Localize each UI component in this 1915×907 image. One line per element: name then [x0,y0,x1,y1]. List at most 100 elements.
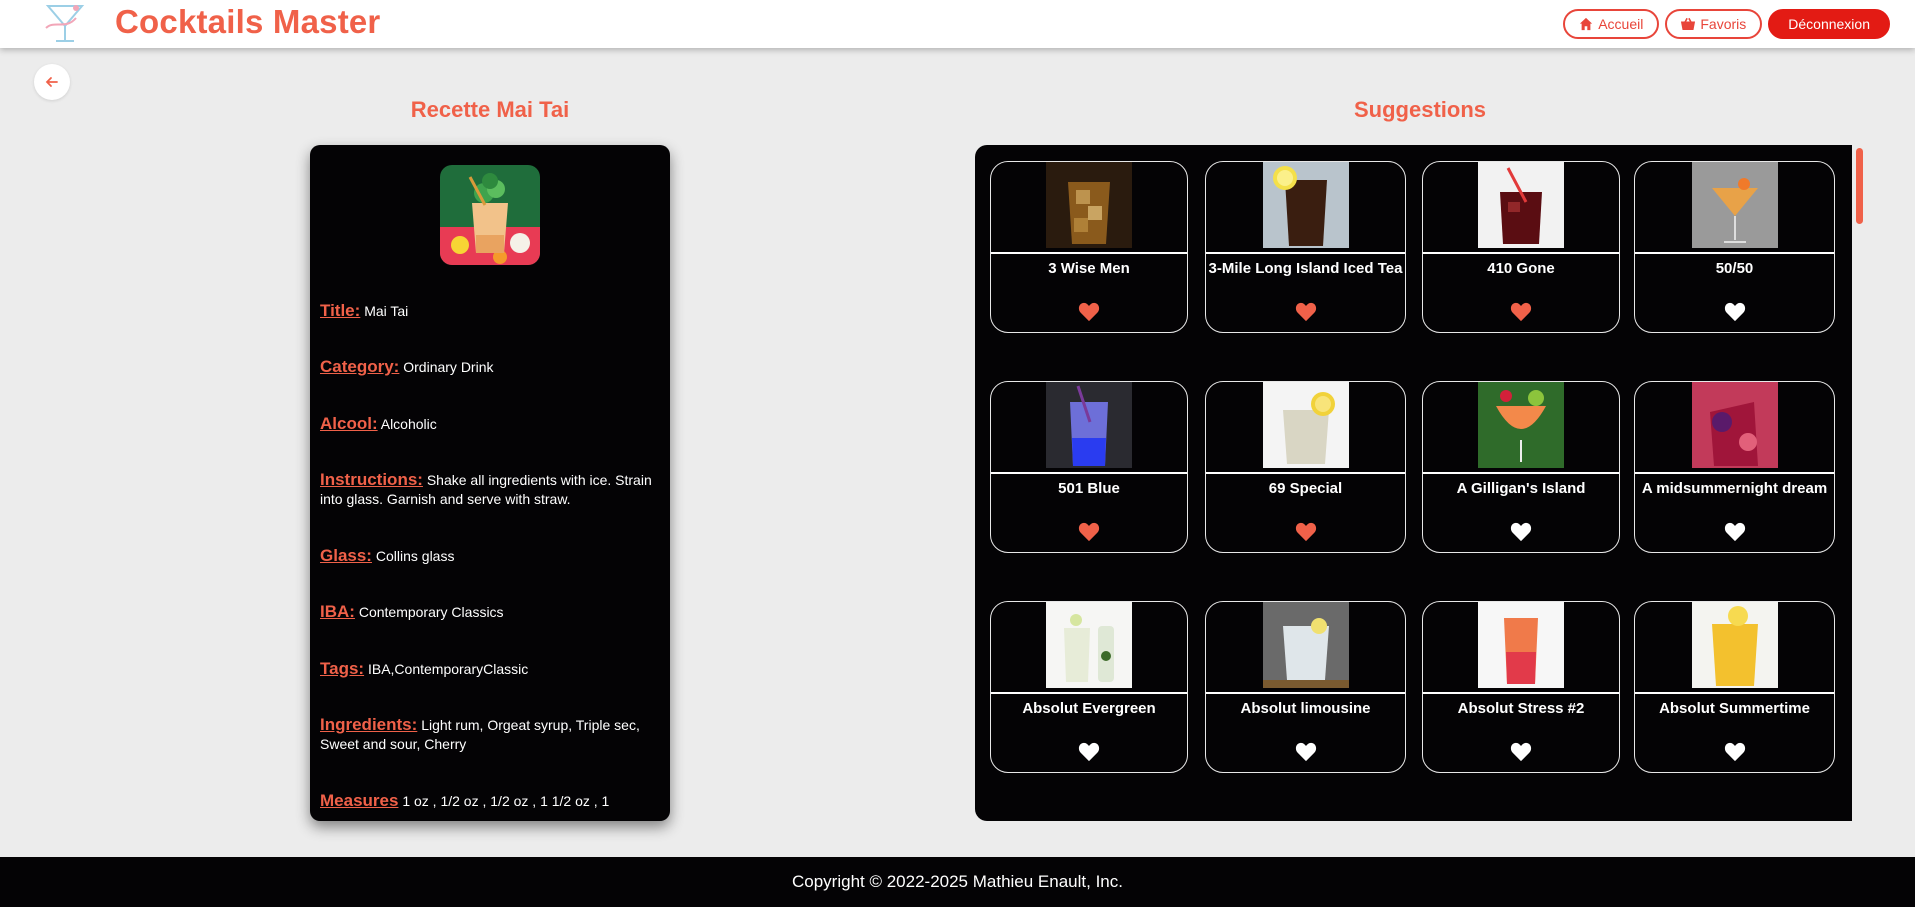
field-value: Contemporary Classics [358,604,504,620]
card-divider [1423,252,1619,254]
field-label: Category: [320,357,400,376]
drink-name: 501 Blue [1058,480,1120,497]
recipe-field-title: Title: Mai Tai [320,301,660,321]
suggestion-card[interactable]: Absolut limousine [1205,601,1406,773]
drink-name: Absolut Stress #2 [1457,700,1585,717]
suggestion-card[interactable]: 3-Mile Long Island Iced Tea [1205,161,1406,333]
suggestion-card[interactable]: A midsummernight dream [1634,381,1835,553]
suggestion-card[interactable]: 3 Wise Men [990,161,1188,333]
field-value: IBA,ContemporaryClassic [367,661,529,677]
home-label: Accueil [1598,16,1644,32]
suggestions-heading: Suggestions [1353,97,1486,122]
recipe-field-ingredients: Ingredients: Light rum, Orgeat syrup, Tr… [320,715,660,754]
heart-icon[interactable] [1078,522,1100,542]
suggestion-card[interactable]: 69 Special [1205,381,1406,553]
footer: Copyright © 2022-2025 Mathieu Enault, In… [0,857,1915,907]
card-divider [1635,692,1834,694]
drink-thumbnail [1478,382,1564,468]
recipe-field-category: Category: Ordinary Drink [320,357,660,377]
field-label: Glass: [320,546,372,565]
suggestion-card[interactable]: 501 Blue [990,381,1188,553]
drink-name: A Gilligan's Island [1456,480,1586,497]
suggestion-card[interactable]: 50/50 [1634,161,1835,333]
cocktail-glass-logo[interactable] [40,0,90,48]
card-divider [1423,692,1619,694]
top-bar: Cocktails Master Accueil Favoris Déconne… [0,0,1915,48]
field-label: Ingredients: [320,715,418,734]
heart-icon[interactable] [1078,302,1100,322]
drink-thumbnail [1478,602,1564,688]
card-divider [1635,472,1834,474]
heart-icon[interactable] [1724,302,1746,322]
heart-icon[interactable] [1078,742,1100,762]
basket-icon [1681,17,1696,31]
drink-thumbnail [1691,382,1778,468]
drink-thumbnail [1478,162,1564,248]
heart-icon[interactable] [1295,742,1317,762]
recipe-field-tags: Tags: IBA,ContemporaryClassic [320,659,660,679]
drink-name: 50/50 [1715,260,1754,277]
field-label: Measures [320,791,399,810]
heart-icon[interactable] [1724,742,1746,762]
heart-icon[interactable] [1510,742,1532,762]
mai-tai-photo [440,165,540,265]
drink-thumbnail [1262,602,1349,688]
heart-icon[interactable] [1510,302,1532,322]
suggestion-card[interactable]: A Gilligan's Island [1422,381,1620,553]
recipe-card: Title: Mai Tai Category: Ordinary Drink … [310,145,670,821]
suggestion-card[interactable]: Absolut Evergreen [990,601,1188,773]
back-button[interactable] [34,64,70,100]
card-divider [1206,252,1405,254]
drink-name: 410 Gone [1487,260,1555,277]
main-nav: Accueil Favoris Déconnexion [1563,9,1890,39]
copyright-text: Copyright © 2022-2025 Mathieu Enault, In… [791,872,1123,891]
recipe-field-measures: Measures 1 oz , 1/2 oz , 1/2 oz , 1 1/2 … [320,791,660,811]
drink-name: Absolut Summertime [1659,700,1810,717]
drink-thumbnail [1262,382,1349,468]
favorites-button[interactable]: Favoris [1665,9,1763,39]
drink-thumbnail [1046,382,1132,468]
field-value: Mai Tai [364,303,409,319]
recipe-field-alcool: Alcool: Alcoholic [320,414,660,434]
field-value: 1 oz , 1/2 oz , 1/2 oz , 1 1/2 oz , 1 [402,793,610,809]
home-button[interactable]: Accueil [1563,9,1660,39]
drink-thumbnail [1262,162,1349,248]
recipe-field-instructions: Instructions: Shake all ingredients with… [320,470,660,509]
drink-name: Absolut Evergreen [1022,700,1156,717]
logout-button[interactable]: Déconnexion [1768,9,1890,39]
favorites-label: Favoris [1700,16,1747,32]
suggestions-scrollbar[interactable] [1856,148,1863,224]
suggestion-card[interactable]: Absolut Summertime [1634,601,1835,773]
drink-thumbnail [1691,602,1778,688]
drink-thumbnail [1046,602,1132,688]
card-divider [1635,252,1834,254]
recipe-heading: Recette Mai Tai [410,97,570,122]
drink-name: 3-Mile Long Island Iced Tea [1208,260,1403,277]
recipe-field-glass: Glass: Collins glass [320,546,660,566]
drink-name: Absolut limousine [1240,700,1371,717]
brand-title[interactable]: Cocktails Master [115,3,380,41]
suggestion-card[interactable]: 410 Gone [1422,161,1620,333]
arrow-left-icon [45,77,58,87]
heart-icon[interactable] [1295,522,1317,542]
card-divider [991,472,1187,474]
heart-icon[interactable] [1510,522,1532,542]
drink-thumbnail [1046,162,1132,248]
drink-name: 69 Special [1268,480,1343,497]
recipe-field-iba: IBA: Contemporary Classics [320,602,660,622]
card-divider [1206,692,1405,694]
field-value: Alcoholic [380,416,437,432]
heart-icon[interactable] [1724,522,1746,542]
heart-icon[interactable] [1295,302,1317,322]
drink-name: A midsummernight dream [1641,480,1828,497]
field-label: Tags: [320,659,365,678]
drink-thumbnail [1691,162,1778,248]
field-value: Collins glass [375,548,455,564]
field-label: Instructions: [320,470,423,489]
drink-name: 3 Wise Men [1048,260,1130,277]
field-label: IBA: [320,602,355,621]
field-label: Title: [320,301,361,320]
card-divider [991,692,1187,694]
card-divider [1423,472,1619,474]
suggestion-card[interactable]: Absolut Stress #2 [1422,601,1620,773]
